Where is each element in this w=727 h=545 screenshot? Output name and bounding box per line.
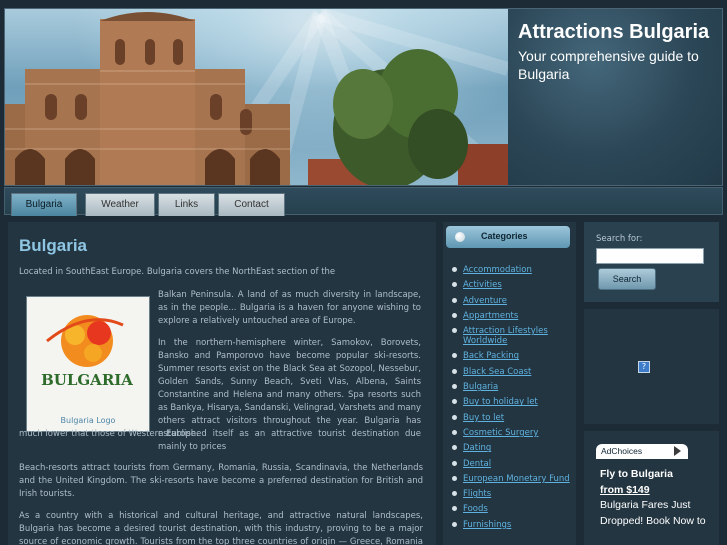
categories-bullet-icon	[455, 232, 465, 242]
logo-caption[interactable]: Bulgaria Logo	[27, 416, 149, 425]
bullet-icon	[452, 475, 457, 481]
bullet-icon	[452, 521, 457, 527]
tree-illustration	[308, 49, 508, 185]
bullet-icon	[452, 445, 457, 451]
category-link[interactable]: Activities	[463, 280, 502, 290]
bulgaria-logo-image: BULGARIA	[41, 315, 133, 389]
category-item: Appartments	[452, 311, 576, 321]
tab-weather[interactable]: Weather	[85, 193, 155, 216]
header-title-panel: Attractions Bulgaria Your comprehensive …	[508, 9, 722, 185]
category-link[interactable]: Bulgaria	[463, 382, 498, 392]
bulgaria-logo-figure: BULGARIA Bulgaria Logo	[26, 296, 150, 432]
category-link[interactable]: Back Packing	[463, 351, 519, 361]
main-nav: Bulgaria Weather Links Contact	[4, 187, 723, 216]
bullet-icon	[452, 429, 457, 435]
site-tagline: Your comprehensive guide to Bulgaria	[518, 48, 699, 82]
ad-description: Bulgaria Fares Just Dropped! Book Now to	[600, 499, 706, 527]
church-illustration	[5, 12, 290, 185]
category-item: European Monetary Fund	[452, 474, 576, 484]
site-title[interactable]: Attractions Bulgaria	[518, 21, 709, 44]
paragraph-2-tail: much lower that those of Western Europe.	[19, 429, 199, 439]
category-link[interactable]: European Monetary Fund	[463, 474, 570, 484]
category-item: Back Packing	[452, 351, 576, 361]
category-link[interactable]: Buy to let	[463, 413, 504, 423]
page-title: Bulgaria	[19, 236, 88, 255]
paragraph-3: Beach-resorts attract tourists from Germ…	[19, 463, 423, 499]
adchoices-icon	[674, 446, 681, 456]
search-input[interactable]	[596, 248, 704, 264]
bullet-icon	[452, 414, 457, 420]
category-item: Cosmetic Surgery	[452, 428, 576, 438]
bullet-icon	[452, 460, 457, 466]
bullet-icon	[452, 267, 457, 272]
search-widget: Search for: Search	[584, 222, 719, 302]
categories-title: Categories	[481, 231, 528, 241]
main-content: Bulgaria Located in SouthEast Europe. Bu…	[8, 222, 436, 545]
category-link[interactable]: Dental	[463, 459, 491, 469]
bullet-icon	[452, 297, 457, 303]
category-link[interactable]: Foods	[463, 504, 488, 514]
category-item: Flights	[452, 489, 576, 499]
categories-header: Categories	[446, 226, 570, 248]
tab-contact[interactable]: Contact	[218, 193, 285, 216]
ad-body: Fly to Bulgaria from $149 Bulgaria Fares…	[600, 467, 710, 529]
adchoices-badge[interactable]: AdChoices	[596, 444, 688, 459]
category-item: Buy to holiday let	[452, 397, 576, 407]
category-link[interactable]: Accommodation	[463, 265, 532, 275]
category-link[interactable]: Adventure	[463, 296, 507, 306]
tab-links[interactable]: Links	[158, 193, 215, 216]
categories-list: Accommodation Activities Adventure Appar…	[452, 265, 576, 535]
bullet-icon	[452, 328, 457, 334]
adchoices-label: AdChoices	[601, 446, 643, 456]
category-link[interactable]: Buy to holiday let	[463, 397, 538, 407]
ad-slot: ?	[584, 309, 719, 424]
category-link[interactable]: Black Sea Coast	[463, 367, 531, 377]
category-link[interactable]: Appartments	[463, 311, 518, 321]
category-link[interactable]: Cosmetic Surgery	[463, 428, 538, 438]
category-item: Foods	[452, 504, 576, 514]
paragraph-4: As a country with a historical and cultu…	[19, 511, 423, 545]
category-item: Furnishings	[452, 520, 576, 530]
category-item: Attraction Lifestyles Worldwide	[452, 326, 576, 346]
bullet-icon	[452, 312, 457, 318]
category-item: Activities	[452, 280, 576, 290]
category-item: Adventure	[452, 296, 576, 306]
broken-image-icon[interactable]: ?	[638, 361, 650, 373]
category-item: Dental	[452, 459, 576, 469]
categories-sidebar: Categories Accommodation Activities Adve…	[443, 222, 576, 545]
search-button[interactable]: Search	[598, 268, 656, 290]
ad-price-link[interactable]: from $149	[600, 484, 650, 496]
category-item: Buy to let	[452, 413, 576, 423]
bullet-icon	[452, 282, 457, 288]
ad-headline[interactable]: Fly to Bulgaria	[600, 467, 710, 483]
category-item: Bulgaria	[452, 382, 576, 392]
category-link[interactable]: Furnishings	[463, 520, 511, 530]
site-header: Attractions Bulgaria Your comprehensive …	[4, 8, 723, 186]
bullet-icon	[452, 491, 457, 497]
header-photo	[5, 9, 508, 185]
bullet-icon	[452, 399, 457, 405]
bullet-icon	[452, 368, 457, 374]
category-item: Accommodation	[452, 265, 576, 275]
category-link[interactable]: Attraction Lifestyles Worldwide	[463, 326, 548, 346]
bullet-icon	[452, 506, 457, 512]
category-item: Black Sea Coast	[452, 367, 576, 377]
bullet-icon	[452, 384, 457, 390]
paragraph-1: Balkan Peninsula. A land of as much dive…	[158, 290, 421, 326]
intro-paragraph: Located in SouthEast Europe. Bulgaria co…	[19, 267, 336, 277]
bullet-icon	[452, 353, 457, 359]
tab-bulgaria[interactable]: Bulgaria	[11, 193, 77, 216]
category-item: Dating	[452, 443, 576, 453]
search-label: Search for:	[596, 234, 643, 244]
logo-wordmark: BULGARIA	[41, 371, 133, 389]
category-link[interactable]: Dating	[463, 443, 491, 453]
text-ad: AdChoices Fly to Bulgaria from $149 Bulg…	[584, 431, 719, 545]
category-link[interactable]: Flights	[463, 489, 491, 499]
